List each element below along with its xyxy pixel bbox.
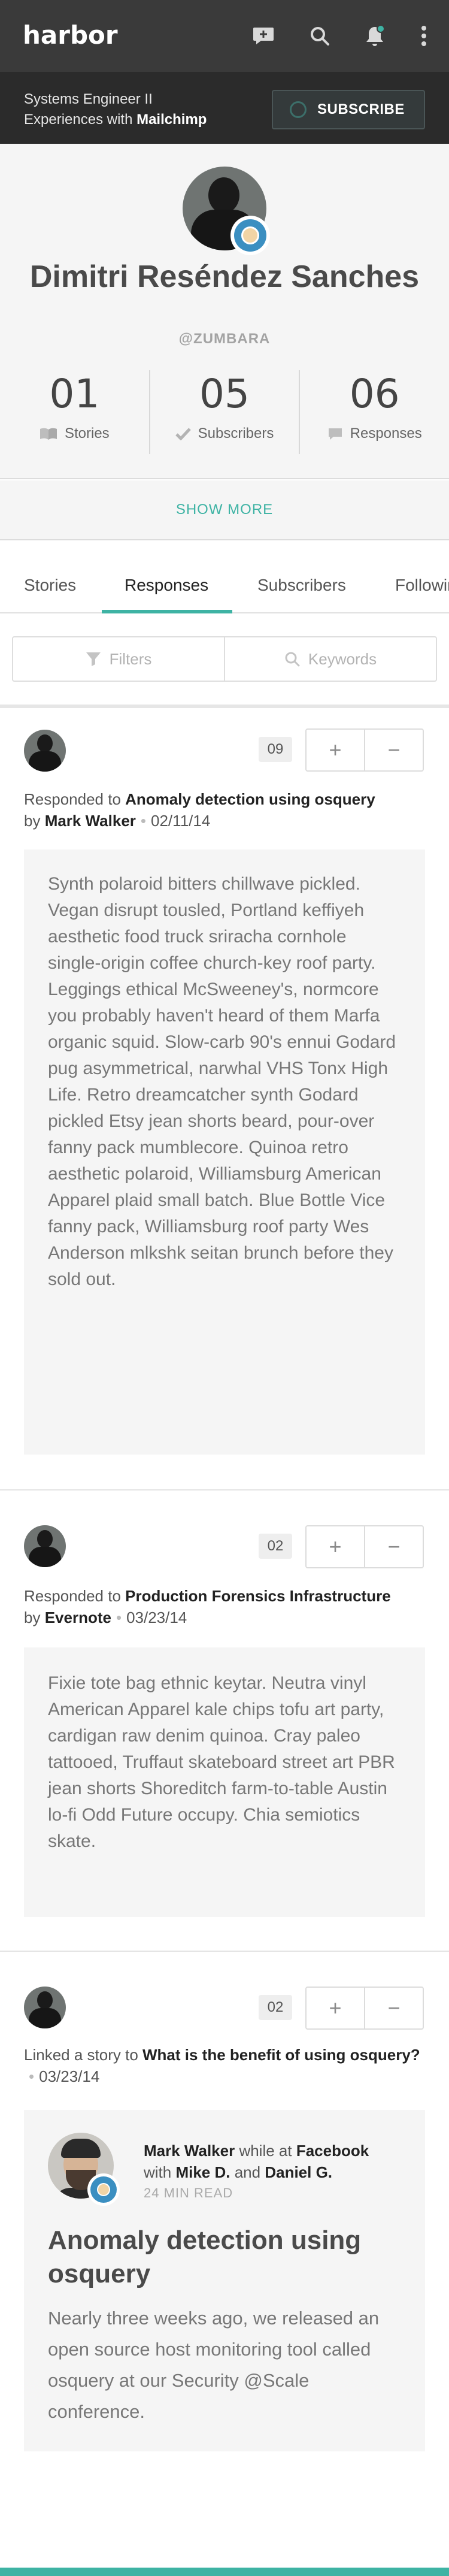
feed-separator [0, 1489, 449, 1490]
tab-stories[interactable]: Stories [24, 557, 76, 613]
meta-date: 03/23/14 [126, 1609, 187, 1626]
tab-following[interactable]: Following [395, 557, 449, 613]
promo-subtitle-prefix: Experiences with [24, 111, 137, 128]
compose-icon[interactable] [250, 23, 277, 49]
stat-label: Stories [64, 425, 110, 442]
profile-name: Dimitri Reséndez Sanches [29, 259, 420, 294]
story-read-time: 24 MIN READ [144, 2185, 233, 2200]
meta-dot: • [140, 812, 147, 830]
meta-dot: • [29, 2067, 35, 2085]
meta-by: by [24, 1609, 45, 1626]
downvote-button[interactable]: − [364, 1526, 423, 1567]
promo-brand[interactable]: Mailchimp [136, 111, 207, 128]
meta-by: by [24, 812, 45, 830]
keywords-button[interactable]: Keywords [224, 637, 436, 681]
meta-date: 03/23/14 [39, 2067, 100, 2085]
stat-subscribers[interactable]: 05 Subscribers [148, 370, 299, 454]
profile-stats: 01 Stories 05 Subscribers 06 Responses [0, 370, 449, 454]
bottom-accent-bar [0, 2568, 449, 2576]
stat-label: Subscribers [198, 425, 274, 442]
more-icon[interactable] [411, 23, 437, 49]
meta-action: Responded to [24, 1587, 126, 1605]
tab-responses[interactable]: Responses [125, 557, 208, 613]
avatar[interactable] [24, 1525, 66, 1567]
response-meta: Linked a story to What is the benefit of… [24, 2044, 431, 2087]
response-body: Fixie tote bag ethnic keytar. Neutra vin… [24, 1647, 425, 1917]
meta-dot: • [116, 1609, 122, 1626]
stat-value: 01 [49, 371, 100, 417]
story-excerpt: Nearly three weeks ago, we released an o… [48, 2308, 380, 2422]
response-count-badge: 09 [259, 737, 292, 762]
profile-header: Dimitri Reséndez Sanches @ZUMBARA 01 Sto… [0, 144, 449, 479]
top-navigation-bar: harbor [0, 0, 449, 72]
active-tab-indicator [102, 610, 232, 613]
stat-value: 06 [349, 371, 400, 417]
promo-subtitle: Experiences with Mailchimp [24, 110, 207, 129]
search-icon[interactable] [307, 23, 333, 49]
section-divider [0, 705, 449, 708]
profile-handle: @ZUMBARA [178, 331, 271, 347]
linked-story-card[interactable]: Mark Walker while at Facebook with Mike … [24, 2110, 425, 2451]
comment-icon [328, 428, 342, 440]
avatar[interactable] [24, 730, 66, 772]
promo-title: Systems Engineer II [24, 91, 153, 107]
harbor-logo[interactable]: harbor [23, 23, 118, 48]
coauthor-link[interactable]: Daniel G. [265, 2163, 332, 2181]
tab-subscribers[interactable]: Subscribers [257, 557, 346, 613]
filters-button[interactable]: Filters [13, 637, 224, 681]
subscribe-label: SUBSCRIBE [317, 101, 405, 117]
vote-control: + − [305, 728, 424, 772]
mailchimp-badge-icon [230, 216, 270, 255]
meta-action: Linked a story to [24, 2046, 142, 2064]
show-more-bar: SHOW MORE [0, 480, 449, 540]
response-meta: Responded to Production Forensics Infras… [24, 1585, 431, 1628]
stat-value: 05 [199, 371, 250, 417]
search-icon [285, 652, 300, 667]
byline-with: with [144, 2163, 176, 2181]
byline-while-at: while at [235, 2142, 296, 2160]
downvote-button[interactable]: − [364, 730, 423, 770]
author-link[interactable]: Evernote [45, 1609, 111, 1626]
upvote-button[interactable]: + [307, 1988, 364, 2028]
check-icon [175, 428, 191, 440]
story-title[interactable]: Anomaly detection using osquery [48, 2224, 401, 2291]
filters-label: Filters [109, 649, 152, 668]
vote-control: + − [305, 1525, 424, 1568]
filter-icon [86, 652, 101, 666]
promo-banner: Systems Engineer II Experiences with Mai… [0, 72, 449, 144]
response-target-link[interactable]: Production Forensics Infrastructure [125, 1587, 391, 1605]
meta-action: Responded to [24, 790, 126, 808]
story-byline: Mark Walker while at Facebook with Mike … [144, 2140, 369, 2183]
filter-bar: Filters Keywords [12, 636, 437, 682]
stat-responses[interactable]: 06 Responses [299, 370, 449, 454]
subscribe-ring-icon [290, 101, 307, 118]
avatar[interactable] [24, 1987, 66, 2028]
upvote-button[interactable]: + [307, 1526, 364, 1567]
vote-control: + − [305, 1987, 424, 2030]
keywords-label: Keywords [308, 649, 377, 668]
response-count-badge: 02 [259, 1995, 292, 2020]
coauthor-link[interactable]: Mike D. [175, 2163, 230, 2181]
author-link[interactable]: Mark Walker [45, 812, 136, 830]
response-meta: Responded to Anomaly detection using osq… [24, 788, 431, 832]
feed-separator [0, 1951, 449, 1952]
response-target-link[interactable]: Anomaly detection using osquery [125, 790, 375, 808]
byline-and: and [230, 2163, 265, 2181]
response-body: Synth polaroid bitters chillwave pickled… [24, 849, 425, 1455]
mailchimp-badge-icon [87, 2173, 120, 2206]
subscribe-button[interactable]: SUBSCRIBE [272, 90, 425, 129]
book-icon [40, 428, 57, 440]
response-count-badge: 02 [259, 1534, 292, 1559]
profile-tabs: Stories Responses Subscribers Following [0, 557, 449, 613]
bell-icon[interactable] [362, 23, 388, 49]
stat-label: Responses [350, 425, 422, 442]
downvote-button[interactable]: − [364, 1988, 423, 2028]
story-company-link[interactable]: Facebook [296, 2142, 369, 2160]
stat-stories[interactable]: 01 Stories [0, 370, 149, 454]
upvote-button[interactable]: + [307, 730, 364, 770]
show-more-link[interactable]: SHOW MORE [176, 501, 273, 518]
response-target-link[interactable]: What is the benefit of using osquery? [142, 2046, 420, 2064]
meta-date: 02/11/14 [151, 812, 211, 830]
story-author-link[interactable]: Mark Walker [144, 2142, 235, 2160]
